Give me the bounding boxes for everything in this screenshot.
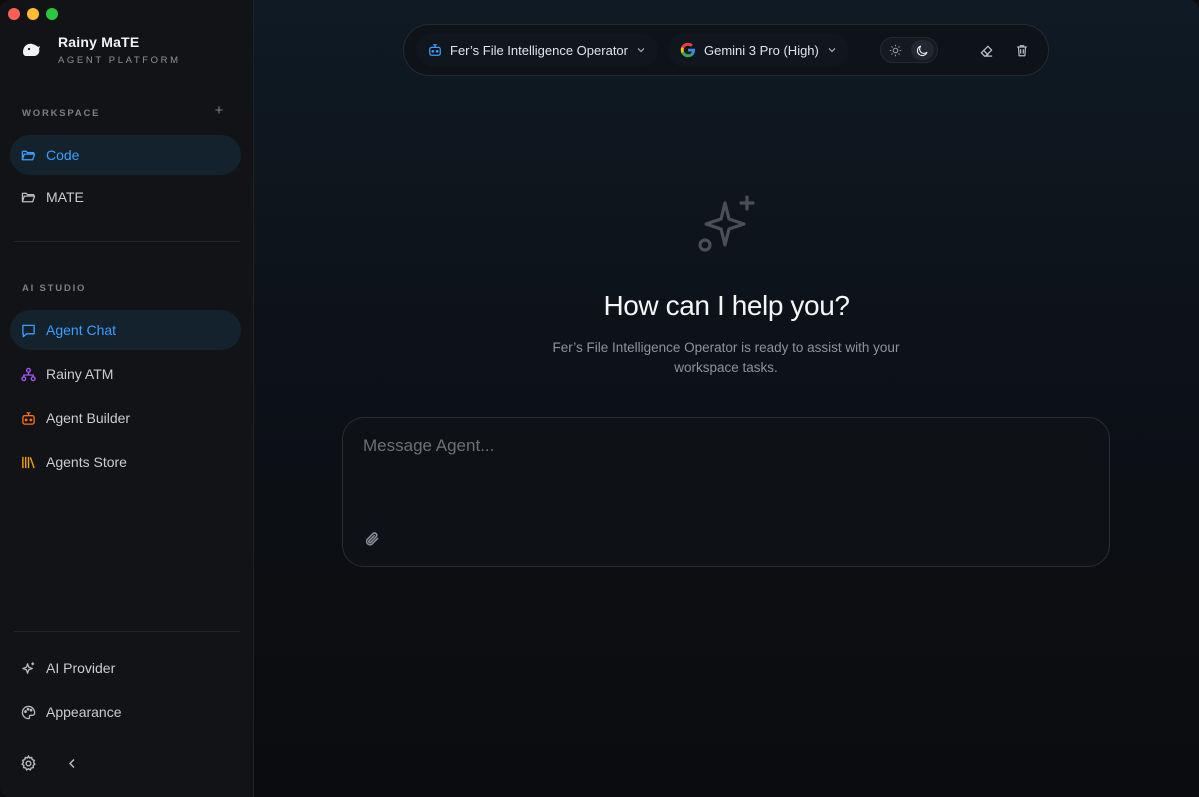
sparkles-icon: [698, 195, 755, 252]
sidebar-item-label: Agent Chat: [46, 322, 117, 338]
sidebar-item-label: Code: [46, 147, 80, 163]
message-composer: [342, 417, 1110, 567]
chevron-down-icon: [637, 48, 645, 53]
sidebar-divider: [14, 631, 240, 632]
light-theme-button[interactable]: [884, 40, 907, 60]
main-panel: Fer’s File Intelligence Operator Gemini …: [254, 0, 1199, 797]
folder-open-icon: [20, 147, 36, 163]
brand: Rainy MaTE AGENT PLATFORM: [20, 34, 181, 66]
close-window-button[interactable]: [8, 8, 20, 20]
agent-selector[interactable]: Fer’s File Intelligence Operator: [416, 33, 658, 67]
sidebar-item-label: AI Provider: [46, 660, 116, 676]
sidebar-item-ai-provider[interactable]: AI Provider: [10, 648, 241, 688]
sidebar-item-agent-chat[interactable]: Agent Chat: [10, 310, 241, 350]
sidebar-item-mate[interactable]: MATE: [10, 177, 241, 217]
sidebar-item-label: Agents Store: [46, 454, 127, 470]
window-controls: [8, 8, 58, 20]
sidebar-item-label: Agent Builder: [46, 410, 131, 426]
sidebar-item-label: Rainy ATM: [46, 366, 114, 382]
palette-icon: [20, 704, 36, 720]
add-workspace-button[interactable]: +: [212, 103, 226, 118]
sidebar-item-label: Appearance: [46, 704, 122, 720]
app-title: Rainy MaTE: [58, 34, 140, 50]
sidebar-item-rainy-atm[interactable]: Rainy ATM: [10, 354, 241, 394]
minimize-window-button[interactable]: [27, 8, 39, 20]
chevron-down-icon: [828, 48, 836, 53]
network-icon: [20, 366, 36, 382]
welcome-heading: How can I help you?: [603, 290, 850, 321]
workspace-section-label: WORKSPACE: [22, 108, 101, 119]
model-name: Gemini 3 Pro (High): [704, 42, 819, 58]
sidebar-footer-controls: [20, 755, 79, 772]
settings-gear-icon[interactable]: [20, 755, 37, 772]
model-selector[interactable]: Gemini 3 Pro (High): [668, 33, 849, 67]
sidebar-item-agent-builder[interactable]: Agent Builder: [10, 398, 241, 438]
collapse-sidebar-chevron-icon[interactable]: [65, 755, 79, 772]
trash-icon: [1017, 44, 1027, 56]
eraser-icon: [980, 45, 992, 57]
folder-icon: [20, 189, 36, 205]
sidebar-divider: [14, 241, 240, 242]
sparkles-icon: [20, 660, 36, 676]
sun-icon: [889, 44, 902, 56]
sidebar-item-code[interactable]: Code: [10, 135, 241, 175]
clear-chat-button[interactable]: [976, 40, 996, 60]
app-subtitle: AGENT PLATFORM: [58, 55, 181, 66]
library-icon: [20, 454, 36, 470]
ai-studio-section-label: AI STUDIO: [22, 283, 87, 294]
zoom-window-button[interactable]: [46, 8, 58, 20]
chat-icon: [20, 322, 36, 338]
delete-chat-button[interactable]: [1012, 40, 1032, 60]
google-logo-icon: [680, 42, 695, 58]
sidebar-item-label: MATE: [46, 189, 84, 205]
app-window: Rainy MaTE AGENT PLATFORM WORKSPACE + Co…: [0, 0, 1199, 797]
message-input[interactable]: [363, 436, 1083, 516]
top-toolbar: Fer’s File Intelligence Operator Gemini …: [403, 24, 1049, 76]
welcome-subtitle: Fer’s File Intelligence Operator is read…: [552, 340, 900, 375]
moon-icon: [916, 44, 928, 56]
bot-icon: [429, 44, 441, 56]
sidebar: Rainy MaTE AGENT PLATFORM WORKSPACE + Co…: [0, 0, 254, 797]
paperclip-icon[interactable]: [363, 530, 381, 548]
app-logo-icon: [23, 43, 40, 56]
agent-name: Fer’s File Intelligence Operator: [450, 42, 628, 58]
dark-theme-button[interactable]: [911, 40, 934, 60]
theme-toggle[interactable]: [880, 37, 938, 63]
sidebar-item-agents-store[interactable]: Agents Store: [10, 442, 241, 482]
bot-icon: [20, 410, 36, 426]
sidebar-item-appearance[interactable]: Appearance: [10, 692, 241, 732]
